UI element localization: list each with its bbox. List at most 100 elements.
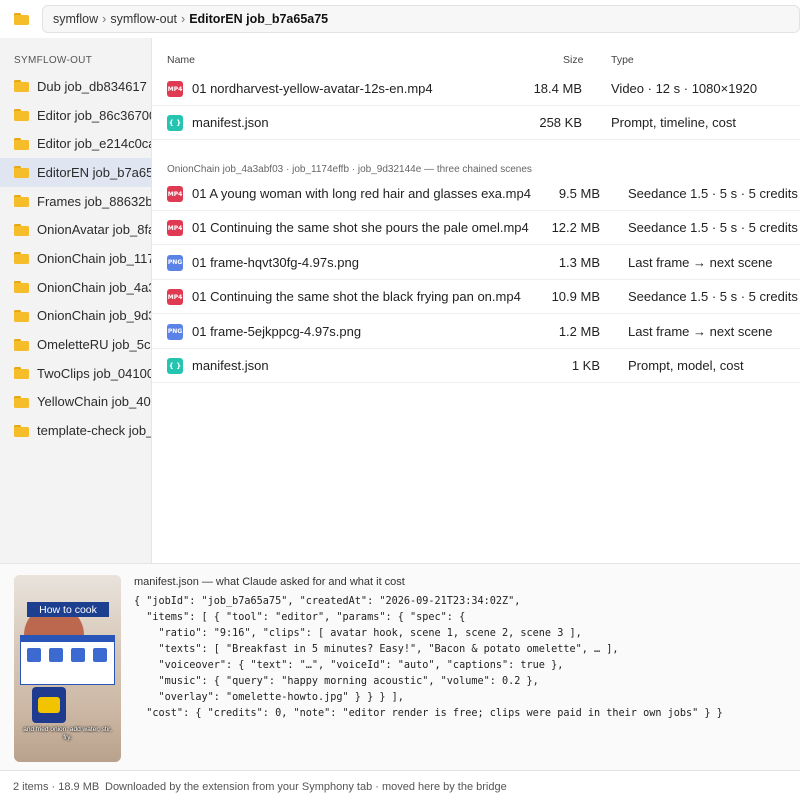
file-size: 1.2 MB <box>558 323 600 339</box>
code-line: "items": [ { "tool": "editor", "params":… <box>134 612 466 623</box>
mp4-file-icon: MP4 <box>167 220 183 237</box>
file-size: 18.4 MB <box>533 81 582 96</box>
file-type: Seedance 1.5 · 5 s · 5 credits <box>628 289 798 305</box>
breadcrumb-symflow[interactable]: symflow <box>53 12 98 26</box>
code-line: "texts": [ "Breakfast in 5 minutes? Easy… <box>134 644 619 655</box>
json-file-icon: { } <box>167 358 183 374</box>
sidebar: SYMFLOW-OUT Dub job_db834617 Editor job_8… <box>0 38 152 563</box>
folder-icon <box>14 223 29 236</box>
sidebar-item[interactable]: OnionChain job_1174 <box>0 244 151 273</box>
folder-icon <box>14 109 29 122</box>
folder-icon <box>14 137 29 150</box>
thumbnail-caption: and fried onion: add water, stir, fry. <box>23 726 112 741</box>
sidebar-item-label: Editor job_e214c0ca <box>37 136 151 152</box>
top-bar: symflow › symflow-out › EditorEN job_b7a… <box>0 0 800 38</box>
file-name: manifest.json <box>192 358 269 373</box>
item-count: 2 items · 18.9 MB <box>13 781 100 793</box>
folder-icon <box>14 252 29 265</box>
mp4-file-icon: MP4 <box>167 186 183 202</box>
sidebar-item-label: Frames job_88632b7 <box>37 193 151 209</box>
sidebar-item[interactable]: template-check job_ <box>0 416 151 445</box>
mp4-file-icon: MP4 <box>167 81 183 97</box>
file-list: Name Size Type MP4 01 nordharvest-yellow-… <box>152 38 800 563</box>
video-thumbnail[interactable]: How to cook and fried onion: add water, … <box>14 575 121 762</box>
status-bar: 2 items · 18.9 MB Downloaded by the exte… <box>0 770 800 800</box>
file-name: 01 frame-5ejkppcg-4.97s.png <box>192 323 362 339</box>
file-name: 01 nordharvest-yellow-avatar-12s-en.mp4 <box>192 81 433 96</box>
sidebar-item[interactable]: Dub job_db834617 <box>0 72 151 101</box>
file-size: 1.3 MB <box>558 254 600 270</box>
folder-icon <box>14 395 29 408</box>
sidebar-item-label: OmeletteRU job_5cc <box>37 337 151 353</box>
breadcrumb-current-folder[interactable]: EditorEN job_b7a65a75 <box>189 12 328 26</box>
file-size: 258 KB <box>539 115 582 131</box>
chevron-right-icon: › <box>181 12 186 26</box>
column-header-type[interactable]: Type <box>611 54 634 66</box>
sidebar-item[interactable]: OnionChain job_9d3 <box>0 302 151 331</box>
folder-icon <box>14 166 29 179</box>
thumbnail-recipe-card <box>20 635 115 685</box>
group-label: OnionChain job_4a3abf03 · job_1174effb ·… <box>167 164 532 175</box>
manifest-code: { "jobId": "job_b7a65a75", "createdAt": … <box>134 594 794 722</box>
breadcrumb-symflow-out[interactable]: symflow-out <box>110 12 177 26</box>
sidebar-item[interactable]: Frames job_88632b7 <box>0 187 151 216</box>
file-type: Prompt, model, cost <box>628 358 744 373</box>
png-file-icon: PNG <box>167 323 183 340</box>
sidebar-item-label: EditorEN job_b7a65a75 <box>37 164 151 180</box>
code-line: { "jobId": "job_b7a65a75", "createdAt": … <box>134 596 521 607</box>
sidebar-item-label: OnionChain job_4a3 <box>37 279 151 295</box>
file-name: 01 frame-hqvt30fg-4.97s.png <box>192 254 359 270</box>
preview-title: manifest.json — what Claude asked for an… <box>134 576 405 588</box>
mp4-file-icon: MP4 <box>167 289 183 306</box>
code-line: "ratio": "9:16", "clips": [ avatar hook,… <box>134 628 582 639</box>
file-row[interactable]: { } manifest.json 1 KB Prompt, model, cost <box>152 349 800 383</box>
folder-icon <box>14 424 29 437</box>
sidebar-item[interactable]: OmeletteRU job_5cc <box>0 330 151 359</box>
folder-icon <box>14 13 29 25</box>
file-size: 12.2 MB <box>551 220 600 236</box>
file-row[interactable]: PNG 01 frame-hqvt30fg-4.97s.png 1.3 MB Last… <box>152 246 800 280</box>
file-name: 01 Continuing the same shot the black fr… <box>192 289 521 305</box>
sidebar-list: Dub job_db834617 Editor job_86c36700 Edito… <box>0 72 151 445</box>
sidebar-item[interactable]: Editor job_86c36700 <box>0 101 151 130</box>
file-type: Video · 12 s · 1080×1920 <box>611 81 758 96</box>
file-name: manifest.json <box>192 115 269 131</box>
sidebar-item[interactable]: Editor job_e214c0ca <box>0 129 151 158</box>
folder-icon <box>14 195 29 208</box>
file-type: Last frame → next scene <box>628 323 773 339</box>
sidebar-item[interactable]: OnionChain job_4a3 <box>0 273 151 302</box>
file-size: 10.9 MB <box>551 289 600 305</box>
address-bar[interactable]: symflow › symflow-out › EditorEN job_b7a… <box>42 5 800 33</box>
file-row[interactable]: MP4 01 Continuing the same shot the black… <box>152 280 800 315</box>
sidebar-item-label: TwoClips job_04100c <box>37 365 151 381</box>
file-name: 01 Continuing the same shot she pours th… <box>192 220 529 236</box>
file-type: Seedance 1.5 · 5 s · 5 credits <box>628 220 798 236</box>
code-line: "voiceover": { "text": "…", "voiceId": "… <box>134 660 564 671</box>
folder-icon <box>14 80 29 93</box>
preview-pane: How to cook and fried onion: add water, … <box>0 563 800 770</box>
sidebar-item[interactable]: OnionAvatar job_8fa <box>0 215 151 244</box>
file-name: 01 A young woman with long red hair and … <box>192 186 531 201</box>
file-size: 1 KB <box>571 358 600 373</box>
status-message: Downloaded by the extension from your Sy… <box>105 781 507 793</box>
sidebar-item-label: template-check job_ <box>37 423 151 439</box>
file-row[interactable]: MP4 01 A young woman with long red hair a… <box>152 177 800 211</box>
file-row[interactable]: MP4 01 nordharvest-yellow-avatar-12s-en.m… <box>152 72 800 106</box>
file-type: Seedance 1.5 · 5 s · 5 credits <box>628 186 798 201</box>
code-line: "cost": { "credits": 0, "note": "editor … <box>134 708 723 719</box>
sidebar-item-label: Editor job_86c36700 <box>37 107 151 123</box>
column-header-size[interactable]: Size <box>563 54 583 66</box>
file-size: 9.5 MB <box>558 186 600 201</box>
png-file-icon: PNG <box>167 254 183 271</box>
sidebar-item[interactable]: YellowChain job_403 <box>0 388 151 417</box>
folder-icon <box>14 281 29 294</box>
sidebar-item-label: OnionChain job_9d3 <box>37 308 151 324</box>
file-row[interactable]: MP4 01 Continuing the same shot she pours… <box>152 211 800 246</box>
sidebar-heading: SYMFLOW-OUT <box>14 55 93 66</box>
file-row[interactable]: { } manifest.json 258 KB Prompt, timeline, … <box>152 106 800 141</box>
column-header-name[interactable]: Name <box>167 54 195 66</box>
file-row[interactable]: PNG 01 frame-5ejkppcg-4.97s.png 1.2 MB Last… <box>152 315 800 349</box>
code-line: "music": { "query": "happy morning acous… <box>134 676 539 687</box>
sidebar-item[interactable]: EditorEN job_b7a65a75 <box>0 158 151 187</box>
sidebar-item[interactable]: TwoClips job_04100c <box>0 359 151 388</box>
